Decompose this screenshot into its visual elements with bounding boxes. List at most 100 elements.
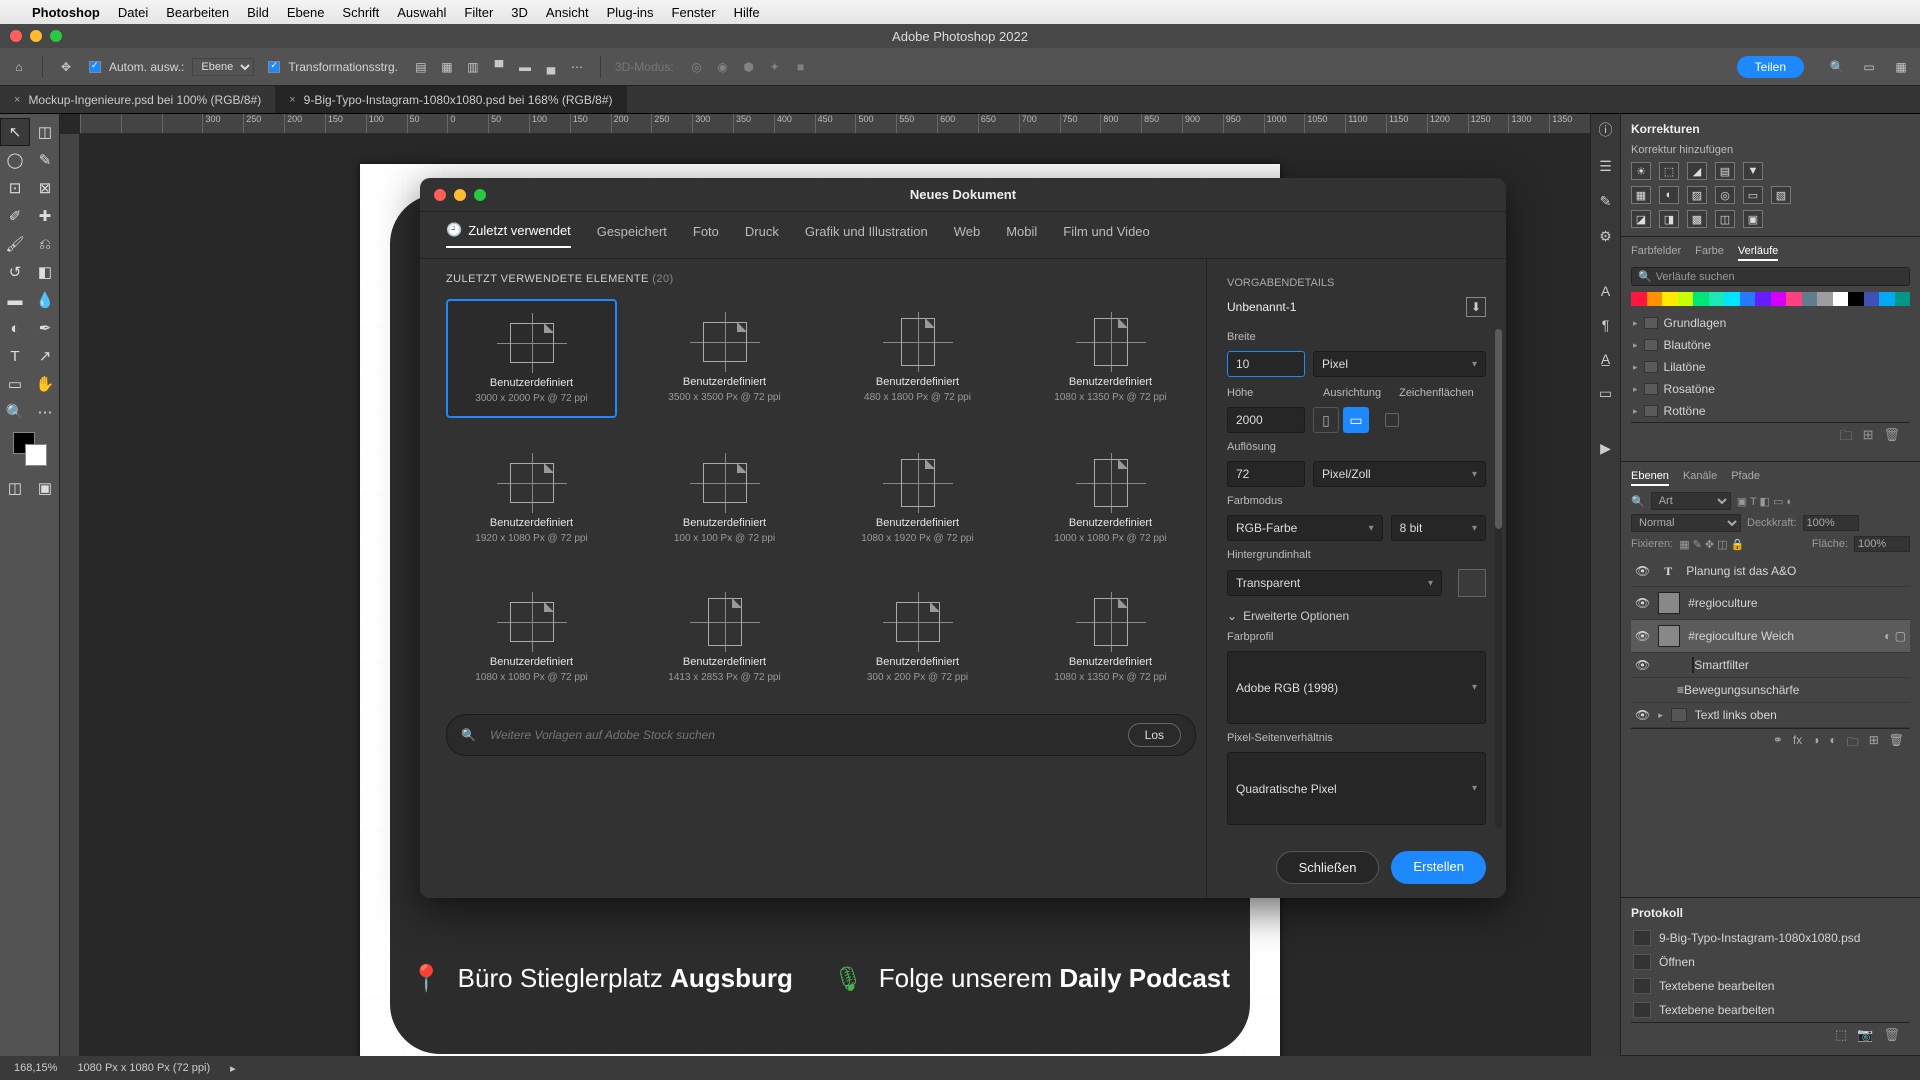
preset-item[interactable]: Benutzerdefiniert1080 x 1350 Px @ 72 ppi <box>1025 579 1196 696</box>
fill-input[interactable] <box>1854 536 1910 552</box>
color-profile-dropdown[interactable]: Adobe RGB (1998)▾ <box>1227 651 1486 724</box>
paragraph-panel-icon[interactable]: ¶ <box>1602 317 1610 333</box>
category-tab[interactable]: Film und Video <box>1063 222 1149 248</box>
lasso-tool[interactable]: ◯ <box>0 146 30 174</box>
category-tab[interactable]: Gespeichert <box>597 222 667 248</box>
edit-toolbar[interactable]: ⋯ <box>30 398 60 426</box>
tab-verlaeufe[interactable]: Verläufe <box>1738 245 1778 261</box>
menu-hilfe[interactable]: Hilfe <box>734 5 760 20</box>
healing-tool[interactable]: ✚ <box>30 202 60 230</box>
stock-search-go-button[interactable]: Los <box>1128 723 1181 747</box>
adjustment-presets[interactable]: ☀⬚◢▤▼ <box>1631 162 1910 180</box>
width-unit-dropdown[interactable]: Pixel▾ <box>1313 351 1486 377</box>
tab-kanaele[interactable]: Kanäle <box>1683 470 1717 486</box>
preset-item[interactable]: Benutzerdefiniert1413 x 2853 Px @ 72 ppi <box>639 579 810 696</box>
gradient-search[interactable]: 🔍 Verläufe suchen <box>1631 267 1910 286</box>
auto-select-checkbox[interactable] <box>89 61 101 73</box>
save-preset-icon[interactable]: ⬇ <box>1466 297 1486 317</box>
height-input[interactable] <box>1227 407 1305 433</box>
share-button[interactable]: Teilen <box>1737 56 1804 78</box>
fx-icon[interactable]: fx <box>1793 733 1802 754</box>
blur-tool[interactable]: 💧 <box>30 286 60 314</box>
dialog-window-controls[interactable] <box>434 189 486 201</box>
background-color-swatch[interactable] <box>1458 569 1486 597</box>
auto-select-dropdown[interactable]: Ebene <box>192 58 254 76</box>
menu-bearbeiten[interactable]: Bearbeiten <box>166 5 229 20</box>
menu-auswahl[interactable]: Auswahl <box>397 5 446 20</box>
styles-panel-icon[interactable]: ▭ <box>1599 385 1612 402</box>
gradient-folder[interactable]: ▸Blautöne <box>1631 334 1910 356</box>
pixel-aspect-dropdown[interactable]: Quadratische Pixel▾ <box>1227 752 1486 825</box>
tab-ebenen[interactable]: Ebenen <box>1631 470 1669 486</box>
delete-history-icon[interactable]: 🗑 <box>1883 1027 1900 1043</box>
menu-fenster[interactable]: Fenster <box>672 5 716 20</box>
doc-tab-1[interactable]: × Mockup-Ingenieure.psd bei 100% (RGB/8#… <box>0 86 275 113</box>
adjustment-presets-row2[interactable]: ▦◐▨◎▭▧ <box>1631 186 1910 204</box>
layer-row[interactable]: 👁TPlanung ist das A&O <box>1631 556 1910 587</box>
adjust-panel-icon[interactable]: ☰ <box>1599 158 1612 175</box>
doc-tab-2[interactable]: × 9-Big-Typo-Instagram-1080x1080.psd bei… <box>275 86 626 113</box>
close-tab-icon[interactable]: × <box>14 94 20 106</box>
gradient-folder[interactable]: ▸Lilatöne <box>1631 356 1910 378</box>
home-icon[interactable]: ⌂ <box>10 58 28 76</box>
eyedropper-tool[interactable]: ✐ <box>0 202 30 230</box>
layer-row[interactable]: 👁#regioculture Weich◐ ▢ <box>1631 620 1910 653</box>
preset-item[interactable]: Benutzerdefiniert480 x 1800 Px @ 72 ppi <box>832 299 1003 418</box>
menu-ebene[interactable]: Ebene <box>287 5 325 20</box>
workspace-icon[interactable]: ▭ <box>1860 58 1878 76</box>
doc-dims-readout[interactable]: 1080 Px x 1080 Px (72 ppi) <box>77 1062 210 1074</box>
shape-tool[interactable]: ▭ <box>0 370 30 398</box>
menu-3d[interactable]: 3D <box>511 5 528 20</box>
hand-tool[interactable]: ✋ <box>30 370 60 398</box>
preset-item[interactable]: Benutzerdefiniert1920 x 1080 Px @ 72 ppi <box>446 440 617 557</box>
category-tab[interactable]: 🕘Zuletzt verwendet <box>446 222 571 248</box>
filter-icons[interactable]: ▣ T ◧ ▭ ◐ <box>1737 495 1793 508</box>
orient-portrait[interactable]: ▯ <box>1313 407 1339 433</box>
gradient-folder[interactable]: ▸Rottöne <box>1631 400 1910 422</box>
color-swatches[interactable] <box>13 432 47 466</box>
history-document[interactable]: 9-Big-Typo-Instagram-1080x1080.psd <box>1631 926 1910 950</box>
clone-tool[interactable]: ⎌ <box>30 230 60 258</box>
transform-checkbox[interactable] <box>268 61 280 73</box>
crop-tool[interactable]: ⊡ <box>0 174 30 202</box>
close-button[interactable]: Schließen <box>1276 851 1380 884</box>
tab-farbe[interactable]: Farbe <box>1695 245 1724 261</box>
zoom-tool[interactable]: 🔍 <box>0 398 30 426</box>
adjustment-presets-row3[interactable]: ◪◨▩◫▣ <box>1631 210 1910 228</box>
resolution-unit-dropdown[interactable]: Pixel/Zoll▾ <box>1313 461 1486 487</box>
opacity-input[interactable] <box>1803 515 1859 531</box>
menu-schrift[interactable]: Schrift <box>342 5 379 20</box>
align-buttons[interactable]: ▤▦▥ ▀▬▄ ⋯ <box>412 58 586 76</box>
preset-item[interactable]: Benutzerdefiniert3500 x 3500 Px @ 72 ppi <box>639 299 810 418</box>
actions-panel-icon[interactable]: ✎ <box>1600 193 1612 210</box>
status-menu-arrow[interactable]: ▸ <box>230 1062 236 1075</box>
new-layer-icon[interactable]: ⊞ <box>1869 733 1879 754</box>
zoom-readout[interactable]: 168,15% <box>14 1062 57 1074</box>
type-panel-icon[interactable]: ⚙ <box>1599 228 1612 245</box>
history-step[interactable]: Textebene bearbeiten <box>1631 974 1910 998</box>
gradient-tool[interactable]: ▬ <box>0 286 30 314</box>
brush-tool[interactable]: 🖌 <box>0 230 30 258</box>
layer-row[interactable]: ≡Bewegungsunschärfe <box>1631 678 1910 703</box>
screenmode-tool[interactable]: ▣ <box>30 474 60 502</box>
new-item-icon[interactable]: ⊞ <box>1863 427 1874 449</box>
history-step[interactable]: Textebene bearbeiten <box>1631 998 1910 1022</box>
preset-name-field[interactable]: Unbenannt-1 <box>1227 300 1296 314</box>
quickmask-tool[interactable]: ◫ <box>0 474 30 502</box>
menu-filter[interactable]: Filter <box>464 5 493 20</box>
preset-item[interactable]: Benutzerdefiniert300 x 200 Px @ 72 ppi <box>832 579 1003 696</box>
category-tab[interactable]: Foto <box>693 222 719 248</box>
camera-icon[interactable]: 📷 <box>1857 1027 1873 1043</box>
create-button[interactable]: Erstellen <box>1391 851 1486 884</box>
menu-plugins[interactable]: Plug-ins <box>607 5 654 20</box>
group-icon[interactable]: 🗀 <box>1847 733 1859 754</box>
menu-datei[interactable]: Datei <box>118 5 148 20</box>
preset-item[interactable]: Benutzerdefiniert1080 x 1920 Px @ 72 ppi <box>832 440 1003 557</box>
character-panel-icon[interactable]: A <box>1601 283 1610 299</box>
delete-icon[interactable]: 🗑 <box>1883 427 1900 449</box>
window-controls[interactable] <box>10 30 62 42</box>
layer-row[interactable]: 👁#regioculture <box>1631 587 1910 620</box>
mask-icon[interactable]: ◑ <box>1812 733 1819 754</box>
gradient-folder[interactable]: ▸Rosatöne <box>1631 378 1910 400</box>
gradient-folder[interactable]: ▸Grundlagen <box>1631 312 1910 334</box>
